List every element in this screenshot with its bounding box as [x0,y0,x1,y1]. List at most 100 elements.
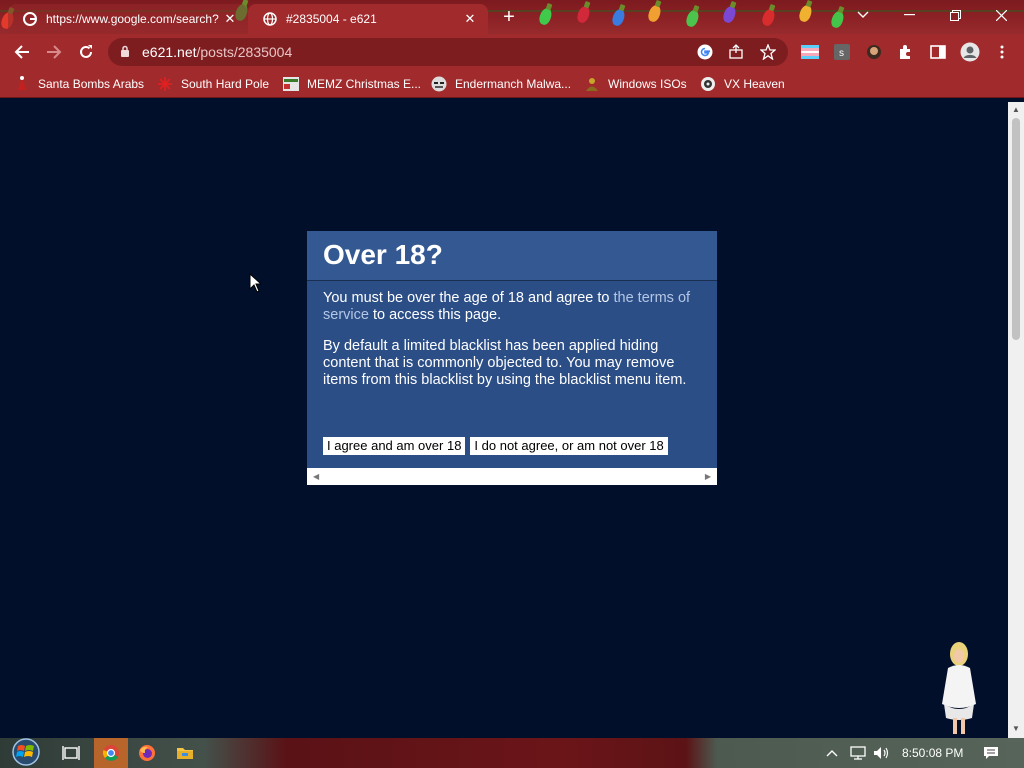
forward-button[interactable] [42,40,66,64]
bookmark-endermanch-malware[interactable]: Endermanch Malwa... [431,75,571,93]
chevron-down-icon [857,11,869,18]
extensions-puzzle-icon[interactable] [896,42,916,62]
tab-google-search[interactable]: https://www.google.com/search? ✕ [8,4,248,34]
bookmark-star-icon[interactable] [760,38,776,66]
disagree-button[interactable]: I do not agree, or am not over 18 [470,437,668,455]
bookmark-memz-christmas[interactable]: MEMZ Christmas E... [283,75,421,93]
tab-e621-post[interactable]: #2835004 - e621 ✕ [248,4,488,34]
terms-text-after: to access this page. [368,307,502,323]
lock-icon[interactable] [120,44,130,60]
bookmark-label: MEMZ Christmas E... [307,77,422,91]
bookmark-label: Endermanch Malwa... [455,77,572,91]
network-icon [850,746,866,760]
close-window-button[interactable] [978,0,1024,30]
network-tray-button[interactable] [846,741,870,765]
google-lens-icon[interactable] [696,38,714,66]
horizontal-scrollbar[interactable]: ◀ ▶ [307,468,717,485]
memz-icon [283,76,299,92]
address-bar[interactable]: e621.net/posts/2835004 [108,38,788,66]
task-view-button[interactable] [58,741,84,765]
action-center-button[interactable] [978,741,1004,765]
bookmark-label: VX Heaven [724,77,785,91]
taskbar-chrome[interactable] [94,738,128,768]
arrow-right-icon [47,45,62,59]
new-tab-button[interactable]: + [498,6,520,28]
taskbar-firefox[interactable] [134,741,160,765]
tab-title: https://www.google.com/search? [46,12,219,26]
bookmark-label: Santa Bombs Arabs [38,77,145,91]
bookmark-vx-heaven[interactable]: VX Heaven [700,75,785,93]
svg-text:s: s [839,48,844,59]
google-icon [22,11,38,27]
profile-avatar[interactable] [960,42,980,62]
age-verification-dialog: Over 18? You must be over the age of 18 … [307,231,717,485]
url-path: /posts/2835004 [196,44,293,60]
chevron-up-icon [826,750,838,757]
reload-icon [80,45,92,58]
avatar-extension-icon[interactable] [864,42,884,62]
terms-paragraph: You must be over the age of 18 and agree… [323,290,703,324]
show-hidden-icons-button[interactable] [822,741,842,765]
chrome-icon [103,745,119,761]
back-button[interactable] [10,40,34,64]
blacklist-paragraph: By default a limited blacklist has been … [323,338,687,388]
side-panel-icon[interactable] [928,42,948,62]
bookmark-south-hard-pole[interactable]: South Hard Pole [157,75,269,93]
volume-icon [874,747,889,759]
start-button[interactable] [8,736,44,768]
dialog-buttons: I agree and am over 18 I do not agree, o… [323,437,668,455]
christmas-light-icon [646,3,663,24]
scroll-left-icon[interactable]: ◀ [313,472,319,481]
windows-taskbar: 8:50:08 PM [0,738,1024,768]
task-view-icon [62,746,80,760]
mouse-cursor-icon [249,273,261,293]
url-host: e621.net [142,44,197,60]
share-icon[interactable] [728,38,744,66]
minimize-icon [903,14,915,16]
christmas-light-icon [721,4,738,25]
desktop-doll-figure [942,642,976,734]
reload-button[interactable] [74,40,98,64]
close-icon [995,9,1007,21]
close-tab-icon[interactable]: ✕ [462,11,478,27]
tab-search-button[interactable] [840,0,886,30]
enderman-icon [431,76,447,92]
santa-icon [14,76,30,92]
bookmark-windows-isos[interactable]: Windows ISOs [584,75,687,93]
scroll-right-icon[interactable]: ▶ [705,472,711,481]
scroll-down-icon[interactable]: ▼ [1012,724,1020,733]
notification-icon [984,747,998,759]
taskbar-clock[interactable]: 8:50:08 PM [902,746,963,760]
vertical-scrollbar[interactable]: ▲ ▼ [1008,102,1024,738]
windows-isos-icon [584,76,600,92]
restore-icon [949,9,961,21]
scroll-thumb[interactable] [1012,118,1020,340]
vx-heaven-icon [700,76,716,92]
minimize-button[interactable] [886,0,932,30]
browser-toolbar: e621.net/posts/2835004 s [0,34,1024,70]
flag-extension-icon[interactable] [800,42,820,62]
christmas-light-icon [797,3,814,24]
bookmarks-bar: Santa Bombs Arabs South Hard Pole MEMZ C… [0,70,1024,98]
bookmark-label: Windows ISOs [608,77,687,91]
bookmark-santa-bombs-arabs[interactable]: Santa Bombs Arabs [14,75,144,93]
bookmark-label: South Hard Pole [181,77,270,91]
file-explorer-icon [177,748,193,759]
tab-strip: https://www.google.com/search? ✕ #283500… [0,0,1024,34]
taskbar-file-explorer[interactable] [172,741,198,765]
s-extension-icon[interactable]: s [832,42,852,62]
volume-tray-button[interactable] [870,741,894,765]
christmas-light-icon [575,4,592,25]
scroll-up-icon[interactable]: ▲ [1012,105,1020,114]
dialog-title: Over 18? [323,239,443,270]
firefox-icon [139,745,155,761]
restore-button[interactable] [932,0,978,30]
close-tab-icon[interactable]: ✕ [222,11,238,27]
browser-menu-icon[interactable] [992,42,1012,62]
start-orb-icon [12,738,40,766]
agree-button[interactable]: I agree and am over 18 [323,437,466,455]
tab-title: #2835004 - e621 [286,12,377,26]
terms-text-before: You must be over the age of 18 and agree… [323,290,614,306]
arrow-left-icon [14,45,29,59]
globe-icon [262,11,278,27]
